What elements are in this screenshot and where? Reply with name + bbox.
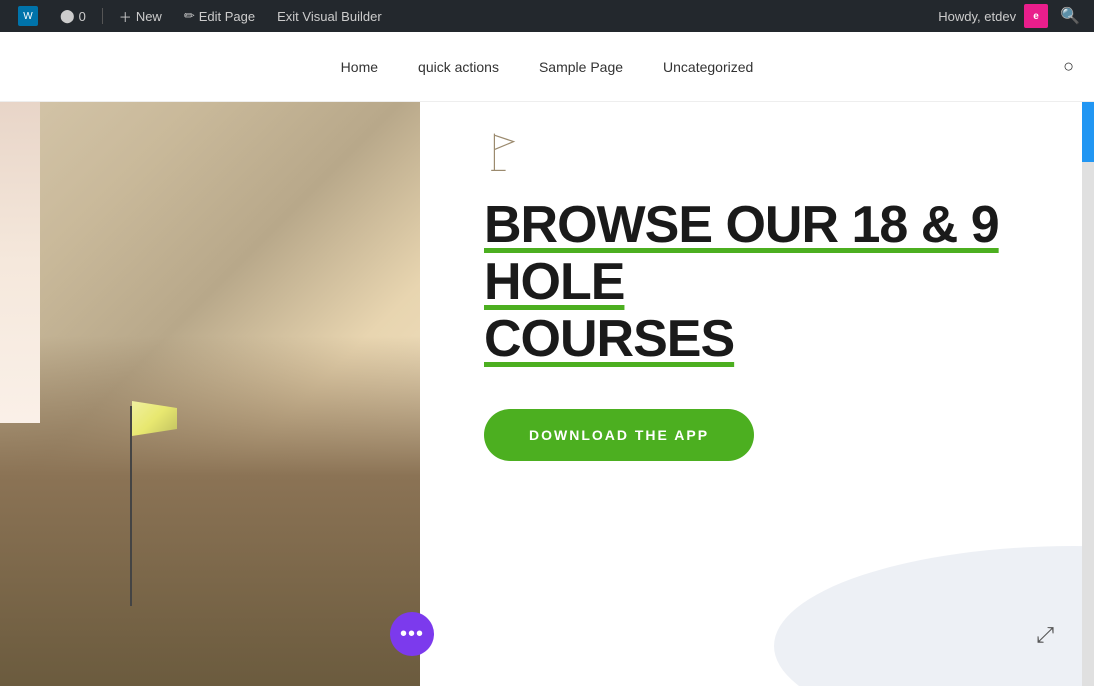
golf-flag-pole (130, 406, 132, 606)
updates-icon: ⬤ (60, 8, 75, 24)
admin-bar: W ⬤ 0 ＋ New ✏ Edit Page Exit Visual Buil… (0, 0, 1094, 32)
nav-bar: Home quick actions Sample Page Uncategor… (0, 32, 1094, 102)
exit-builder-item[interactable]: Exit Visual Builder (269, 0, 390, 32)
plus-icon: ＋ (119, 7, 132, 26)
new-label: New (136, 9, 162, 24)
main-heading: BROWSE OUR 18 & 9 HOLE COURSES (484, 197, 1004, 369)
user-avatar[interactable]: e (1024, 4, 1048, 28)
nav-search-icon[interactable]: ○ (1063, 56, 1074, 77)
exit-builder-label: Exit Visual Builder (277, 9, 382, 24)
flag-icon (484, 132, 524, 172)
sky-area (0, 102, 40, 423)
updates-count: 0 (79, 9, 86, 24)
pencil-icon: ✏ (184, 8, 195, 24)
download-app-button[interactable]: DOWNLOAD THE APP (484, 409, 754, 461)
floating-menu-button[interactable]: ••• (390, 612, 434, 656)
floating-dots-icon: ••• (400, 623, 424, 646)
admin-search-icon[interactable]: 🔍 (1056, 2, 1084, 30)
nav-links: Home quick actions Sample Page Uncategor… (341, 59, 754, 75)
scrollbar-thumb[interactable] (1082, 102, 1094, 162)
admin-bar-right: Howdy, etdev e 🔍 (938, 2, 1084, 30)
nav-home[interactable]: Home (341, 59, 378, 75)
edit-page-item[interactable]: ✏ Edit Page (176, 0, 263, 32)
new-item[interactable]: ＋ New (111, 0, 170, 32)
bottom-curve-decoration (774, 546, 1094, 686)
content-card: BROWSE OUR 18 & 9 HOLE COURSES DOWNLOAD … (424, 102, 1064, 686)
scrollbar-track (1082, 102, 1094, 686)
updates-item[interactable]: ⬤ 0 (52, 0, 94, 32)
admin-divider-1 (102, 8, 103, 24)
nav-uncategorized[interactable]: Uncategorized (663, 59, 753, 75)
wp-logo-item[interactable]: W (10, 0, 46, 32)
golf-flag-cloth (132, 401, 177, 436)
howdy-text: Howdy, etdev (938, 9, 1016, 24)
flag-icon-wrapper (484, 132, 1004, 177)
nav-quick-actions[interactable]: quick actions (418, 59, 499, 75)
heading-line2: COURSES (484, 310, 734, 368)
nav-sample-page[interactable]: Sample Page (539, 59, 623, 75)
move-cursor-icon[interactable]: ⤢ (1036, 622, 1054, 648)
main-content: BROWSE OUR 18 & 9 HOLE COURSES DOWNLOAD … (0, 102, 1094, 686)
heading-line1: BROWSE OUR 18 & 9 HOLE (484, 196, 999, 311)
edit-page-label: Edit Page (199, 9, 255, 24)
background-image (0, 102, 420, 686)
wordpress-icon: W (18, 6, 38, 26)
admin-bar-left: W ⬤ 0 ＋ New ✏ Edit Page Exit Visual Buil… (10, 0, 938, 32)
